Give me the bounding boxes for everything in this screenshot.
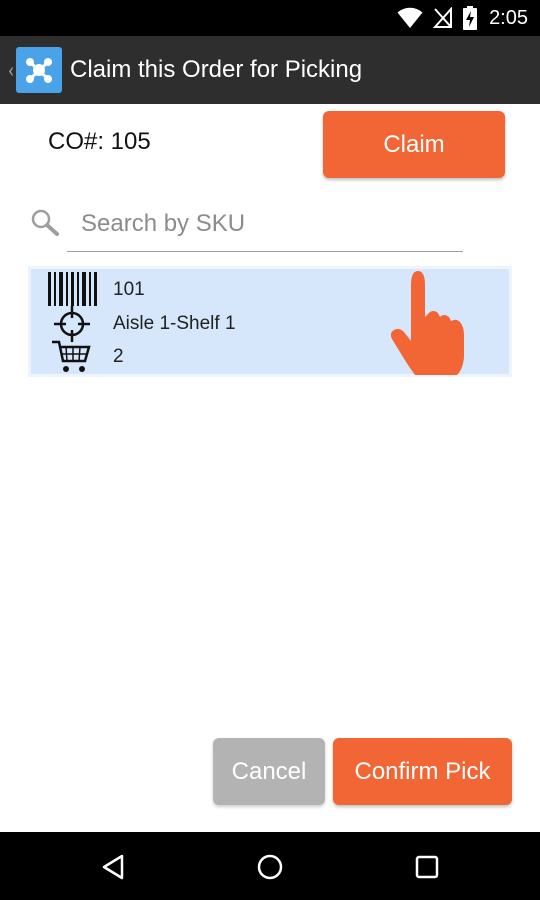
list-item[interactable]: 101 Aisle 1-Shelf 1 2 bbox=[28, 266, 512, 377]
home-icon[interactable] bbox=[253, 850, 287, 884]
status-icons: 2:05 bbox=[397, 0, 528, 36]
status-time: 2:05 bbox=[489, 6, 528, 29]
navigation-bar bbox=[0, 832, 540, 900]
page-title: Claim this Order for Picking bbox=[70, 56, 363, 83]
app-logo-glyph bbox=[26, 58, 52, 83]
chevron-left-icon[interactable]: ‹ bbox=[0, 36, 14, 104]
back-icon[interactable] bbox=[96, 850, 130, 884]
search-icon bbox=[31, 209, 59, 236]
action-bar: ‹ Claim this Order for Picking bbox=[0, 36, 540, 104]
pointing-hand-icon bbox=[390, 271, 464, 375]
confirm-pick-button[interactable]: Confirm Pick bbox=[333, 738, 512, 805]
screen: 2:05 ‹ Claim this Order for Picking CO#:… bbox=[0, 0, 540, 900]
cancel-button[interactable]: Cancel bbox=[213, 738, 325, 805]
no-signal-icon bbox=[433, 7, 453, 28]
item-location: Aisle 1-Shelf 1 bbox=[113, 313, 236, 334]
search-input[interactable] bbox=[67, 196, 463, 252]
cart-icon bbox=[52, 340, 91, 372]
claim-button[interactable]: Claim bbox=[323, 111, 505, 178]
location-target-icon bbox=[54, 306, 90, 342]
battery-charging-icon bbox=[463, 6, 478, 30]
order-number: CO#: 105 bbox=[48, 128, 151, 155]
app-logo-icon[interactable] bbox=[16, 47, 62, 93]
item-sku: 101 bbox=[113, 279, 145, 300]
wifi-icon bbox=[397, 7, 423, 29]
item-quantity: 2 bbox=[113, 346, 124, 367]
barcode-icon bbox=[48, 272, 97, 306]
status-bar: 2:05 bbox=[0, 0, 540, 36]
pick-list: 101 Aisle 1-Shelf 1 2 bbox=[28, 266, 512, 377]
recents-icon[interactable] bbox=[410, 850, 444, 884]
